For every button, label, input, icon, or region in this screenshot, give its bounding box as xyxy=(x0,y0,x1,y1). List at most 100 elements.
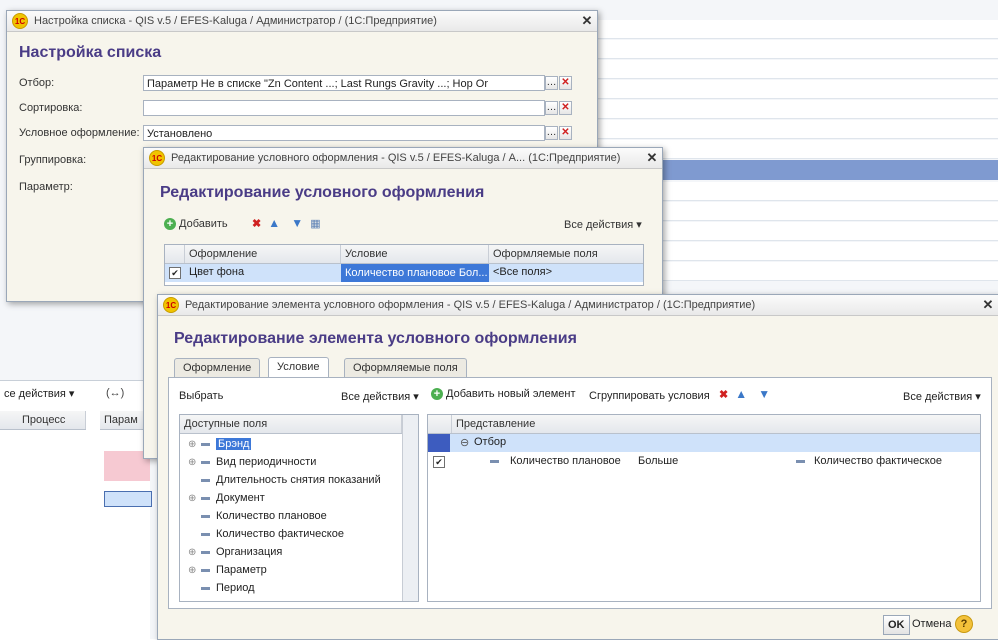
filter-group-label: Отбор xyxy=(474,436,507,448)
select-button[interactable]: Выбрать xyxy=(179,390,223,402)
filter-group-row[interactable]: ⊖ Отбор xyxy=(428,434,980,452)
representation-column-header[interactable]: Представление xyxy=(452,415,980,433)
list-settings-heading: Настройка списка xyxy=(19,44,162,61)
bg-grid-header: Процесс xyxy=(0,411,86,430)
tree-item[interactable]: ⊕ Брэнд xyxy=(188,435,252,454)
tree-item[interactable]: ⊕ Вид периодичности xyxy=(188,453,316,471)
ok-button[interactable]: OK xyxy=(883,615,910,635)
bg-actions-menu[interactable]: се действия ▾ xyxy=(4,387,74,400)
collapse-icon[interactable]: ⊖ xyxy=(460,436,469,449)
available-fields-header: Доступные поля xyxy=(180,415,418,434)
conditional-format-field[interactable]: Установлено xyxy=(143,125,545,141)
right-all-actions-menu[interactable]: Все действия ▾ xyxy=(903,390,981,403)
bg-row xyxy=(560,20,998,39)
column-header-fields[interactable]: Оформляемые поля xyxy=(489,245,643,263)
conditional-format-select-button[interactable]: … xyxy=(545,126,558,140)
condition-enabled-checkbox[interactable]: ✔ xyxy=(433,456,445,468)
filter-field[interactable]: Параметр Не в списке "Zn Content ...; La… xyxy=(143,75,545,91)
tree-item[interactable]: Количество плановое xyxy=(188,507,327,525)
tree-item[interactable]: ⊕ Параметр xyxy=(188,561,267,579)
condition-tree: Представление ⊖ Отбор ✔ Количество плано… xyxy=(427,414,981,602)
row-enabled-checkbox[interactable]: ✔ xyxy=(169,267,181,279)
bg-col-process[interactable]: Процесс xyxy=(18,411,86,429)
close-icon[interactable]: ✕ xyxy=(642,150,662,166)
condition-row[interactable]: ✔ Количество плановое Больше Количество … xyxy=(428,453,980,471)
tab-style[interactable]: Оформление xyxy=(174,358,261,377)
field-icon xyxy=(490,460,499,463)
table-header: Оформление Условие Оформляемые поля xyxy=(165,245,643,264)
table-row[interactable]: ✔ Цвет фона Количество плановое Бол... <… xyxy=(165,264,643,282)
bg-left-panel: се действия ▾ (↔) Процесс Парам xyxy=(0,380,152,640)
left-all-actions-menu[interactable]: Все действия ▾ xyxy=(341,390,419,403)
add-button[interactable]: + Добавить xyxy=(164,218,228,231)
row-style-cell: Цвет фона xyxy=(189,266,245,278)
conditional-format-title: Редактирование условного оформления - QI… xyxy=(171,152,621,164)
available-fields-scrollbar[interactable] xyxy=(402,415,418,601)
tree-item[interactable]: ⊕ Документ xyxy=(188,489,265,507)
checkbox-column-header xyxy=(428,415,452,433)
help-icon[interactable]: ? xyxy=(955,615,973,633)
tree-item[interactable]: Период xyxy=(188,579,255,597)
all-actions-menu[interactable]: Все действия ▾ xyxy=(564,218,642,231)
bg-row xyxy=(560,40,998,59)
tree-item[interactable]: ⊕ Организация xyxy=(188,543,282,561)
close-icon[interactable]: ✕ xyxy=(577,13,597,29)
move-down-icon[interactable]: ▼ xyxy=(758,387,770,401)
condition-left-value[interactable]: Количество плановое xyxy=(510,455,621,467)
expand-icon[interactable]: ⊕ xyxy=(188,436,197,454)
field-icon xyxy=(201,514,210,518)
conditional-item-titlebar[interactable]: 1С Редактирование элемента условного офо… xyxy=(158,295,998,316)
list-settings-title: Настройка списка - QIS v.5 / EFES-Kaluga… xyxy=(34,15,437,27)
bg-selected-cell xyxy=(104,491,152,507)
expand-icon[interactable]: ⊕ xyxy=(188,454,197,472)
field-icon xyxy=(201,460,210,464)
field-icon xyxy=(201,478,210,482)
field-icon xyxy=(201,550,210,554)
expand-icon[interactable]: ⊕ xyxy=(188,544,197,562)
app-logo-icon: 1С xyxy=(163,297,179,313)
close-icon[interactable]: ✕ xyxy=(978,297,998,313)
sort-label: Сортировка: xyxy=(19,102,83,114)
filter-select-button[interactable]: … xyxy=(545,76,558,90)
move-down-icon[interactable]: ▼ xyxy=(291,216,303,230)
parameter-label: Параметр: xyxy=(19,181,73,193)
bg-arrows-button[interactable]: (↔) xyxy=(106,387,124,399)
expand-icon[interactable]: ⊕ xyxy=(188,562,197,580)
delete-icon[interactable]: ✖ xyxy=(719,389,728,401)
conditional-format-clear-button[interactable]: ✕ xyxy=(559,126,572,140)
filter-label: Отбор: xyxy=(19,77,55,89)
condition-operator[interactable]: Больше xyxy=(638,455,678,467)
cancel-button[interactable]: Отмена xyxy=(912,618,951,630)
tab-fields[interactable]: Оформляемые поля xyxy=(344,358,467,377)
expand-icon[interactable]: ⊕ xyxy=(188,490,197,508)
move-up-icon[interactable]: ▲ xyxy=(268,216,280,230)
row-condition-cell: Количество плановое Бол... xyxy=(341,264,489,282)
tree-item[interactable]: Длительность снятия показаний xyxy=(188,471,381,489)
grouping-label: Группировка: xyxy=(19,154,87,166)
list-settings-titlebar[interactable]: 1С Настройка списка - QIS v.5 / EFES-Kal… xyxy=(7,11,597,32)
sort-clear-button[interactable]: ✕ xyxy=(559,101,572,115)
tree-item[interactable]: Количество фактическое xyxy=(188,525,344,543)
filter-clear-button[interactable]: ✕ xyxy=(559,76,572,90)
available-fields-title: Доступные поля xyxy=(180,415,402,433)
delete-icon[interactable]: ✖ xyxy=(252,218,261,230)
available-fields-tree: Доступные поля ⊕ Брэнд ⊕ Вид периодичности… xyxy=(179,414,419,602)
column-header-condition[interactable]: Условие xyxy=(341,245,489,263)
row-fields-cell: <Все поля> xyxy=(493,266,553,278)
add-new-element-button[interactable]: + Добавить новый элемент xyxy=(431,388,576,401)
table-settings-icon[interactable]: ▦ xyxy=(310,218,320,230)
conditional-format-titlebar[interactable]: 1С Редактирование условного оформления -… xyxy=(144,148,662,169)
checkbox-column-header xyxy=(165,245,185,263)
toolbar-icons: ✖ ▲ ▼ ▦ xyxy=(252,216,321,230)
tab-condition[interactable]: Условие xyxy=(268,357,329,377)
column-header-style[interactable]: Оформление xyxy=(185,245,341,263)
bg-row xyxy=(560,80,998,99)
condition-tree-header: Представление xyxy=(428,415,980,434)
sort-field[interactable] xyxy=(143,100,545,116)
group-conditions-button[interactable]: Сгруппировать условия xyxy=(589,390,710,402)
sort-select-button[interactable]: … xyxy=(545,101,558,115)
field-icon xyxy=(201,532,210,536)
field-icon xyxy=(201,496,210,500)
condition-right-value[interactable]: Количество фактическое xyxy=(814,455,942,467)
move-up-icon[interactable]: ▲ xyxy=(735,387,747,401)
